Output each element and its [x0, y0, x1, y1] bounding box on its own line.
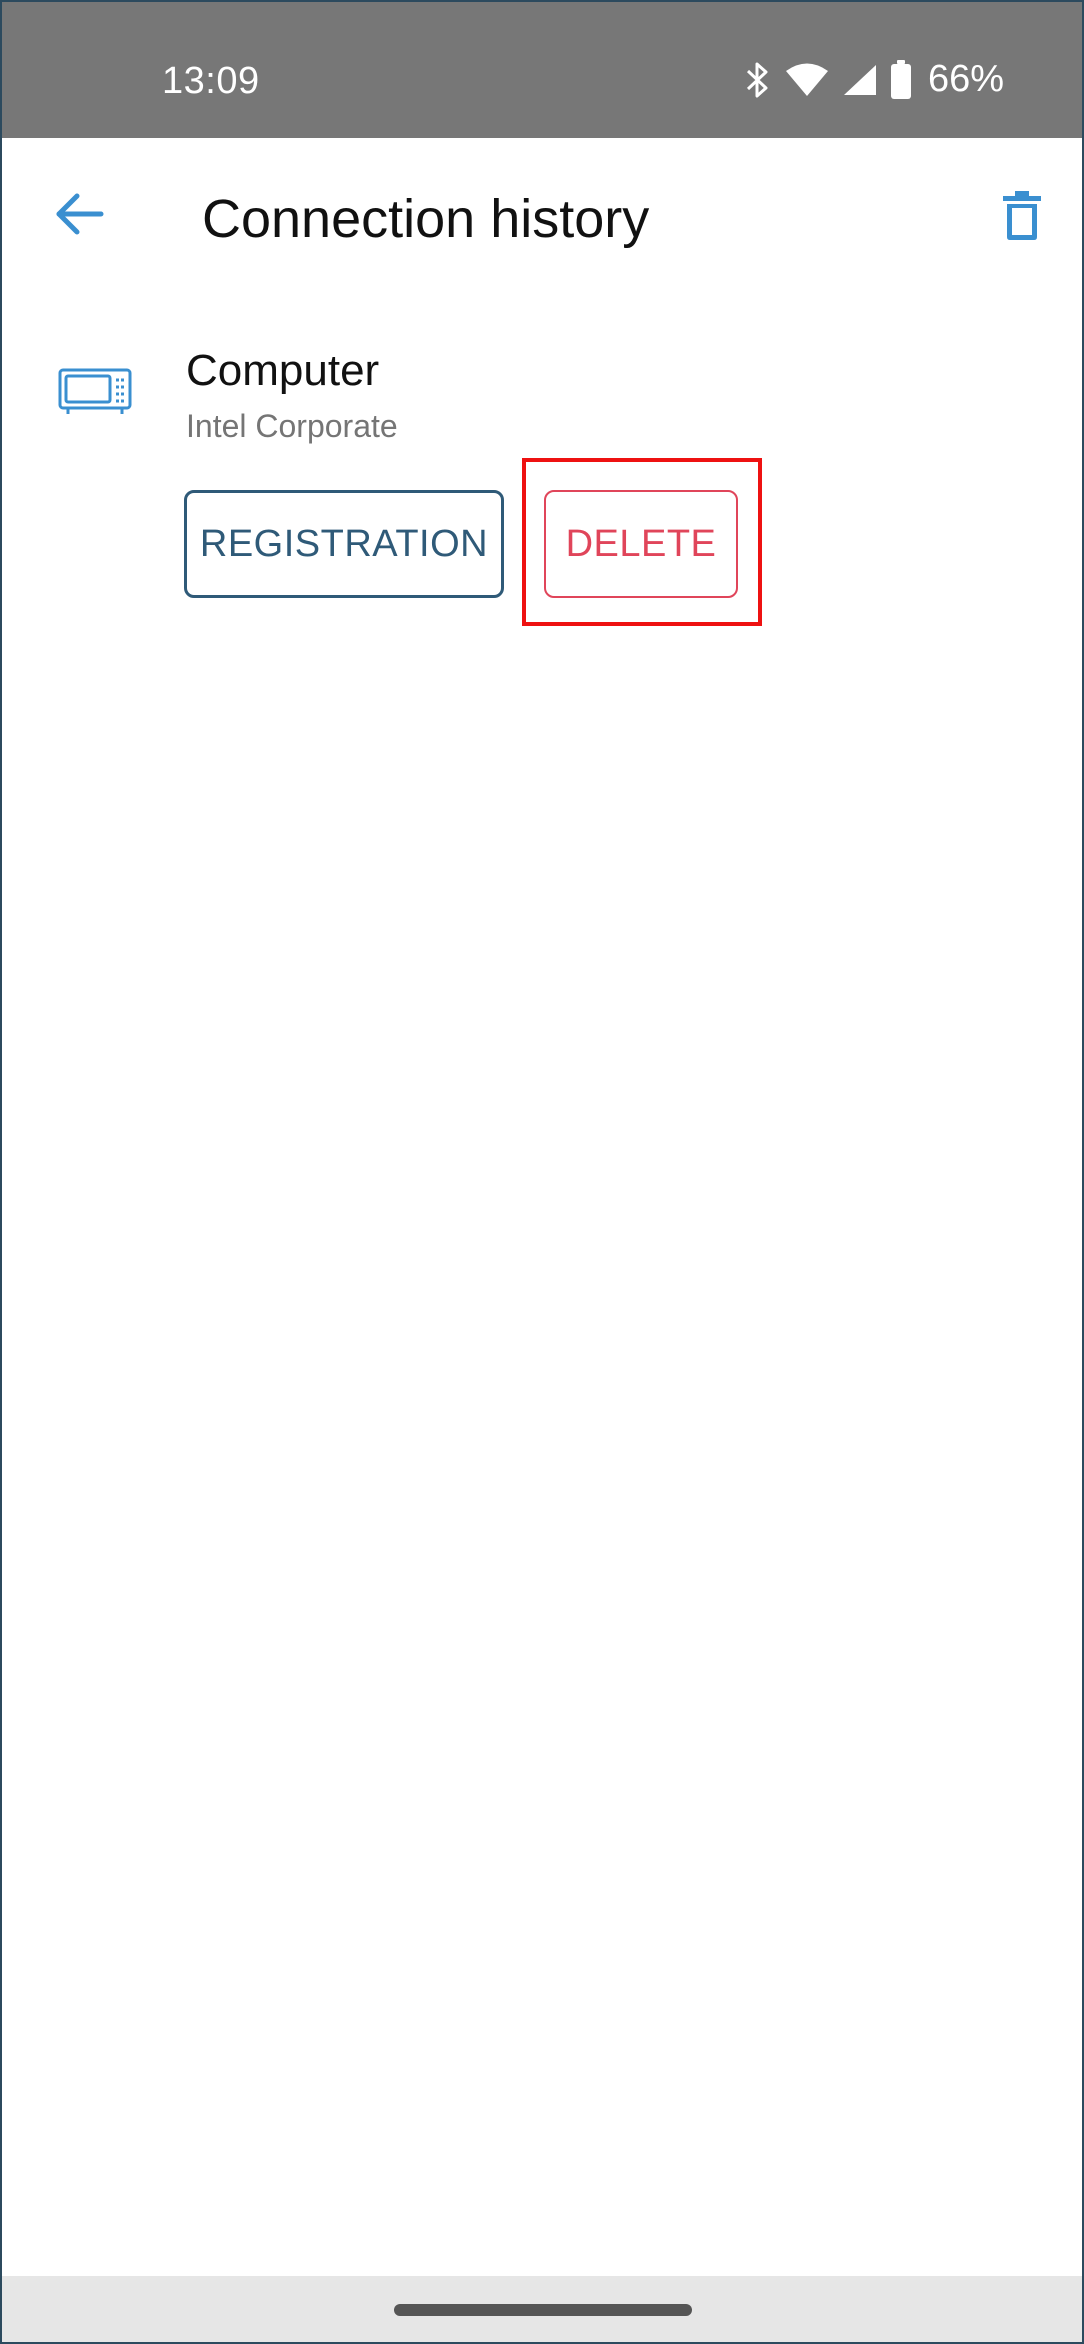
delete-all-button[interactable] [984, 180, 1060, 256]
cell-signal-icon [842, 63, 878, 97]
device-name: Computer [186, 346, 380, 395]
delete-button[interactable]: DELETE [544, 490, 738, 598]
page-title: Connection history [202, 189, 650, 249]
arrow-left-icon [55, 192, 105, 241]
battery-percent: 66% [927, 58, 1004, 100]
status-icons: 66% [742, 58, 1004, 101]
status-time: 13:09 [162, 60, 260, 102]
app-bar: Connection history [2, 138, 1082, 298]
trash-icon [1003, 190, 1041, 246]
battery-icon [890, 59, 912, 100]
device-manufacturer: Intel Corporate [186, 408, 398, 444]
wifi-icon [784, 62, 830, 98]
registration-button[interactable]: REGISTRATION [184, 490, 504, 598]
back-button[interactable] [42, 178, 118, 254]
bluetooth-icon [742, 60, 772, 100]
home-handle[interactable] [394, 2304, 692, 2316]
list-item: Computer Intel Corporate REGISTRATION DE… [2, 332, 1082, 632]
microwave-icon [58, 368, 132, 421]
screen: 13:09 66% Connection history Computer In… [0, 0, 1084, 2344]
status-bar: 13:09 66% [2, 2, 1082, 138]
navigation-bar [2, 2276, 1082, 2342]
